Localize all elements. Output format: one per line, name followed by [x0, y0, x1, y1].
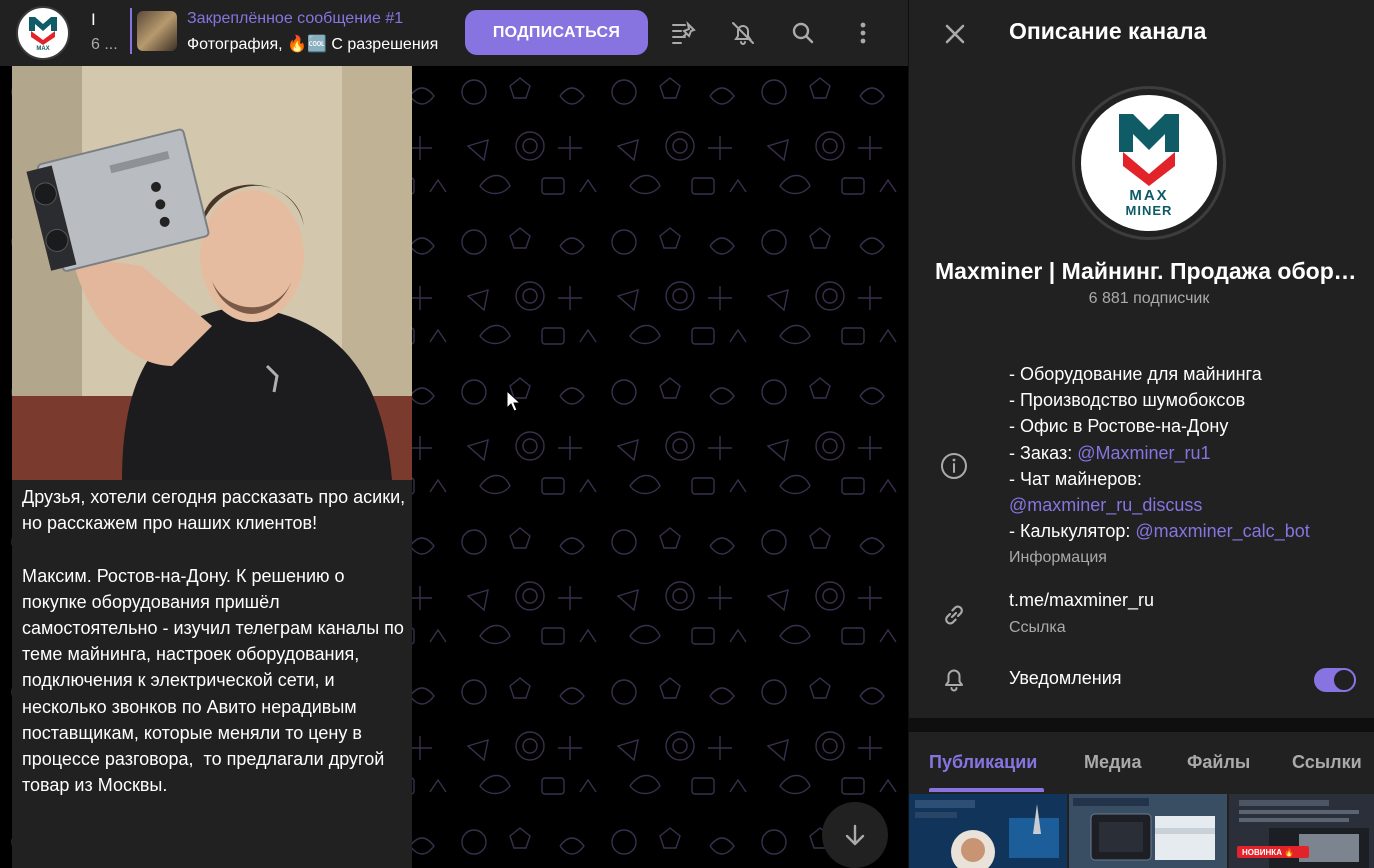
pinned-text[interactable]: Фотография, 🔥🆒 С разрешения	[187, 34, 445, 54]
telegram-app: MAX I 6 ... Закреплённое сообщение #1 Фо…	[0, 0, 1374, 868]
media-tabs: Публикации Медиа Файлы Ссылки	[909, 732, 1374, 794]
channel-info-panel: Описание канала MAX MINER Maxminer | Май…	[908, 0, 1374, 868]
mouse-cursor-icon	[506, 389, 522, 419]
publication-thumbnail[interactable]	[909, 794, 1067, 868]
channel-post[interactable]: Друзья, хотели сегодня рассказать про ас…	[12, 66, 412, 868]
post-text: Друзья, хотели сегодня рассказать про ас…	[22, 487, 406, 796]
desc-order-prefix: - Заказ:	[1009, 442, 1078, 463]
info-label: Информация	[1009, 549, 1107, 566]
order-link[interactable]: @Maxminer_ru1	[1077, 443, 1210, 463]
channel-name: Maxminer | Майнинг. Продажа оборудования	[935, 258, 1365, 284]
pinned-title[interactable]: Закреплённое сообщение #1	[187, 10, 403, 28]
active-tab-indicator	[929, 788, 1044, 792]
more-menu-icon[interactable]	[847, 17, 879, 49]
search-icon[interactable]	[787, 17, 819, 49]
tab-media[interactable]: Медиа	[1084, 752, 1142, 773]
bell-icon	[937, 662, 971, 696]
pinned-list-icon[interactable]	[667, 17, 699, 49]
desc-calc-prefix: - Калькулятор:	[1009, 521, 1136, 542]
publication-thumbnail[interactable]	[1069, 794, 1227, 868]
desc-line: - Офис в Ростове-на-Дону	[1009, 416, 1229, 437]
pinned-thumbnail[interactable]	[137, 11, 177, 51]
chat-link[interactable]: @maxminer_ru_discuss	[1009, 492, 1369, 518]
desc-line: - Производство шумобоксов	[1009, 390, 1246, 411]
info-panel-title: Описание канала	[1009, 18, 1207, 44]
channel-link[interactable]: t.me/maxminer_ru	[1009, 590, 1154, 611]
channel-description: - Оборудование для майнинга - Производст…	[1009, 361, 1369, 544]
link-label: Ссылка	[1009, 619, 1066, 636]
notifications-toggle[interactable]	[1314, 668, 1356, 692]
link-icon	[937, 598, 971, 632]
mute-bell-icon[interactable]	[727, 17, 759, 49]
tab-links[interactable]: Ссылки	[1292, 752, 1362, 773]
desc-order-line: - Заказ: @Maxminer_ru1	[1009, 440, 1369, 466]
maxminer-logo-icon: MAX	[29, 17, 57, 52]
info-icon	[937, 449, 971, 483]
arrow-down-icon	[845, 824, 865, 846]
post-photo[interactable]	[12, 66, 412, 480]
desc-chat-line: - Чат майнеров:	[1009, 468, 1142, 489]
channel-profile-avatar[interactable]: MAX MINER	[1072, 86, 1226, 240]
subscriber-count: 6 881 подписчик	[1088, 290, 1210, 307]
chat-header: MAX I 6 ... Закреплённое сообщение #1 Фо…	[0, 0, 908, 66]
tab-publications[interactable]: Публикации	[929, 752, 1037, 773]
subscribe-button[interactable]: ПОДПИСАТЬСЯ	[465, 10, 648, 55]
tab-files[interactable]: Файлы	[1187, 752, 1250, 773]
svg-text:MAX: MAX	[1129, 187, 1168, 204]
channel-title[interactable]: I	[91, 10, 96, 30]
channel-avatar[interactable]: MAX	[16, 6, 70, 60]
close-icon[interactable]	[937, 16, 973, 52]
svg-text:MAX: MAX	[36, 46, 49, 52]
section-divider	[909, 718, 1374, 732]
desc-line: - Оборудование для майнинга	[1009, 364, 1262, 384]
svg-text:MINER: MINER	[1126, 203, 1173, 218]
toggle-knob	[1332, 668, 1356, 692]
channel-subtitle: 6 ...	[91, 36, 118, 53]
thumbnail-badge: НОВИНКА 🔥	[1242, 847, 1294, 857]
pinned-indicator	[130, 8, 132, 54]
maxminer-logo-icon: MAX MINER	[1119, 114, 1179, 218]
scroll-down-button[interactable]	[822, 802, 888, 868]
desc-calc-line: - Калькулятор: @maxminer_calc_bot	[1009, 518, 1369, 544]
chat-area: MAX I 6 ... Закреплённое сообщение #1 Фо…	[0, 0, 908, 868]
notifications-label: Уведомления	[1009, 668, 1122, 688]
calc-bot-link[interactable]: @maxminer_calc_bot	[1135, 521, 1309, 541]
publication-thumbnail[interactable]: НОВИНКА 🔥	[1229, 794, 1374, 868]
